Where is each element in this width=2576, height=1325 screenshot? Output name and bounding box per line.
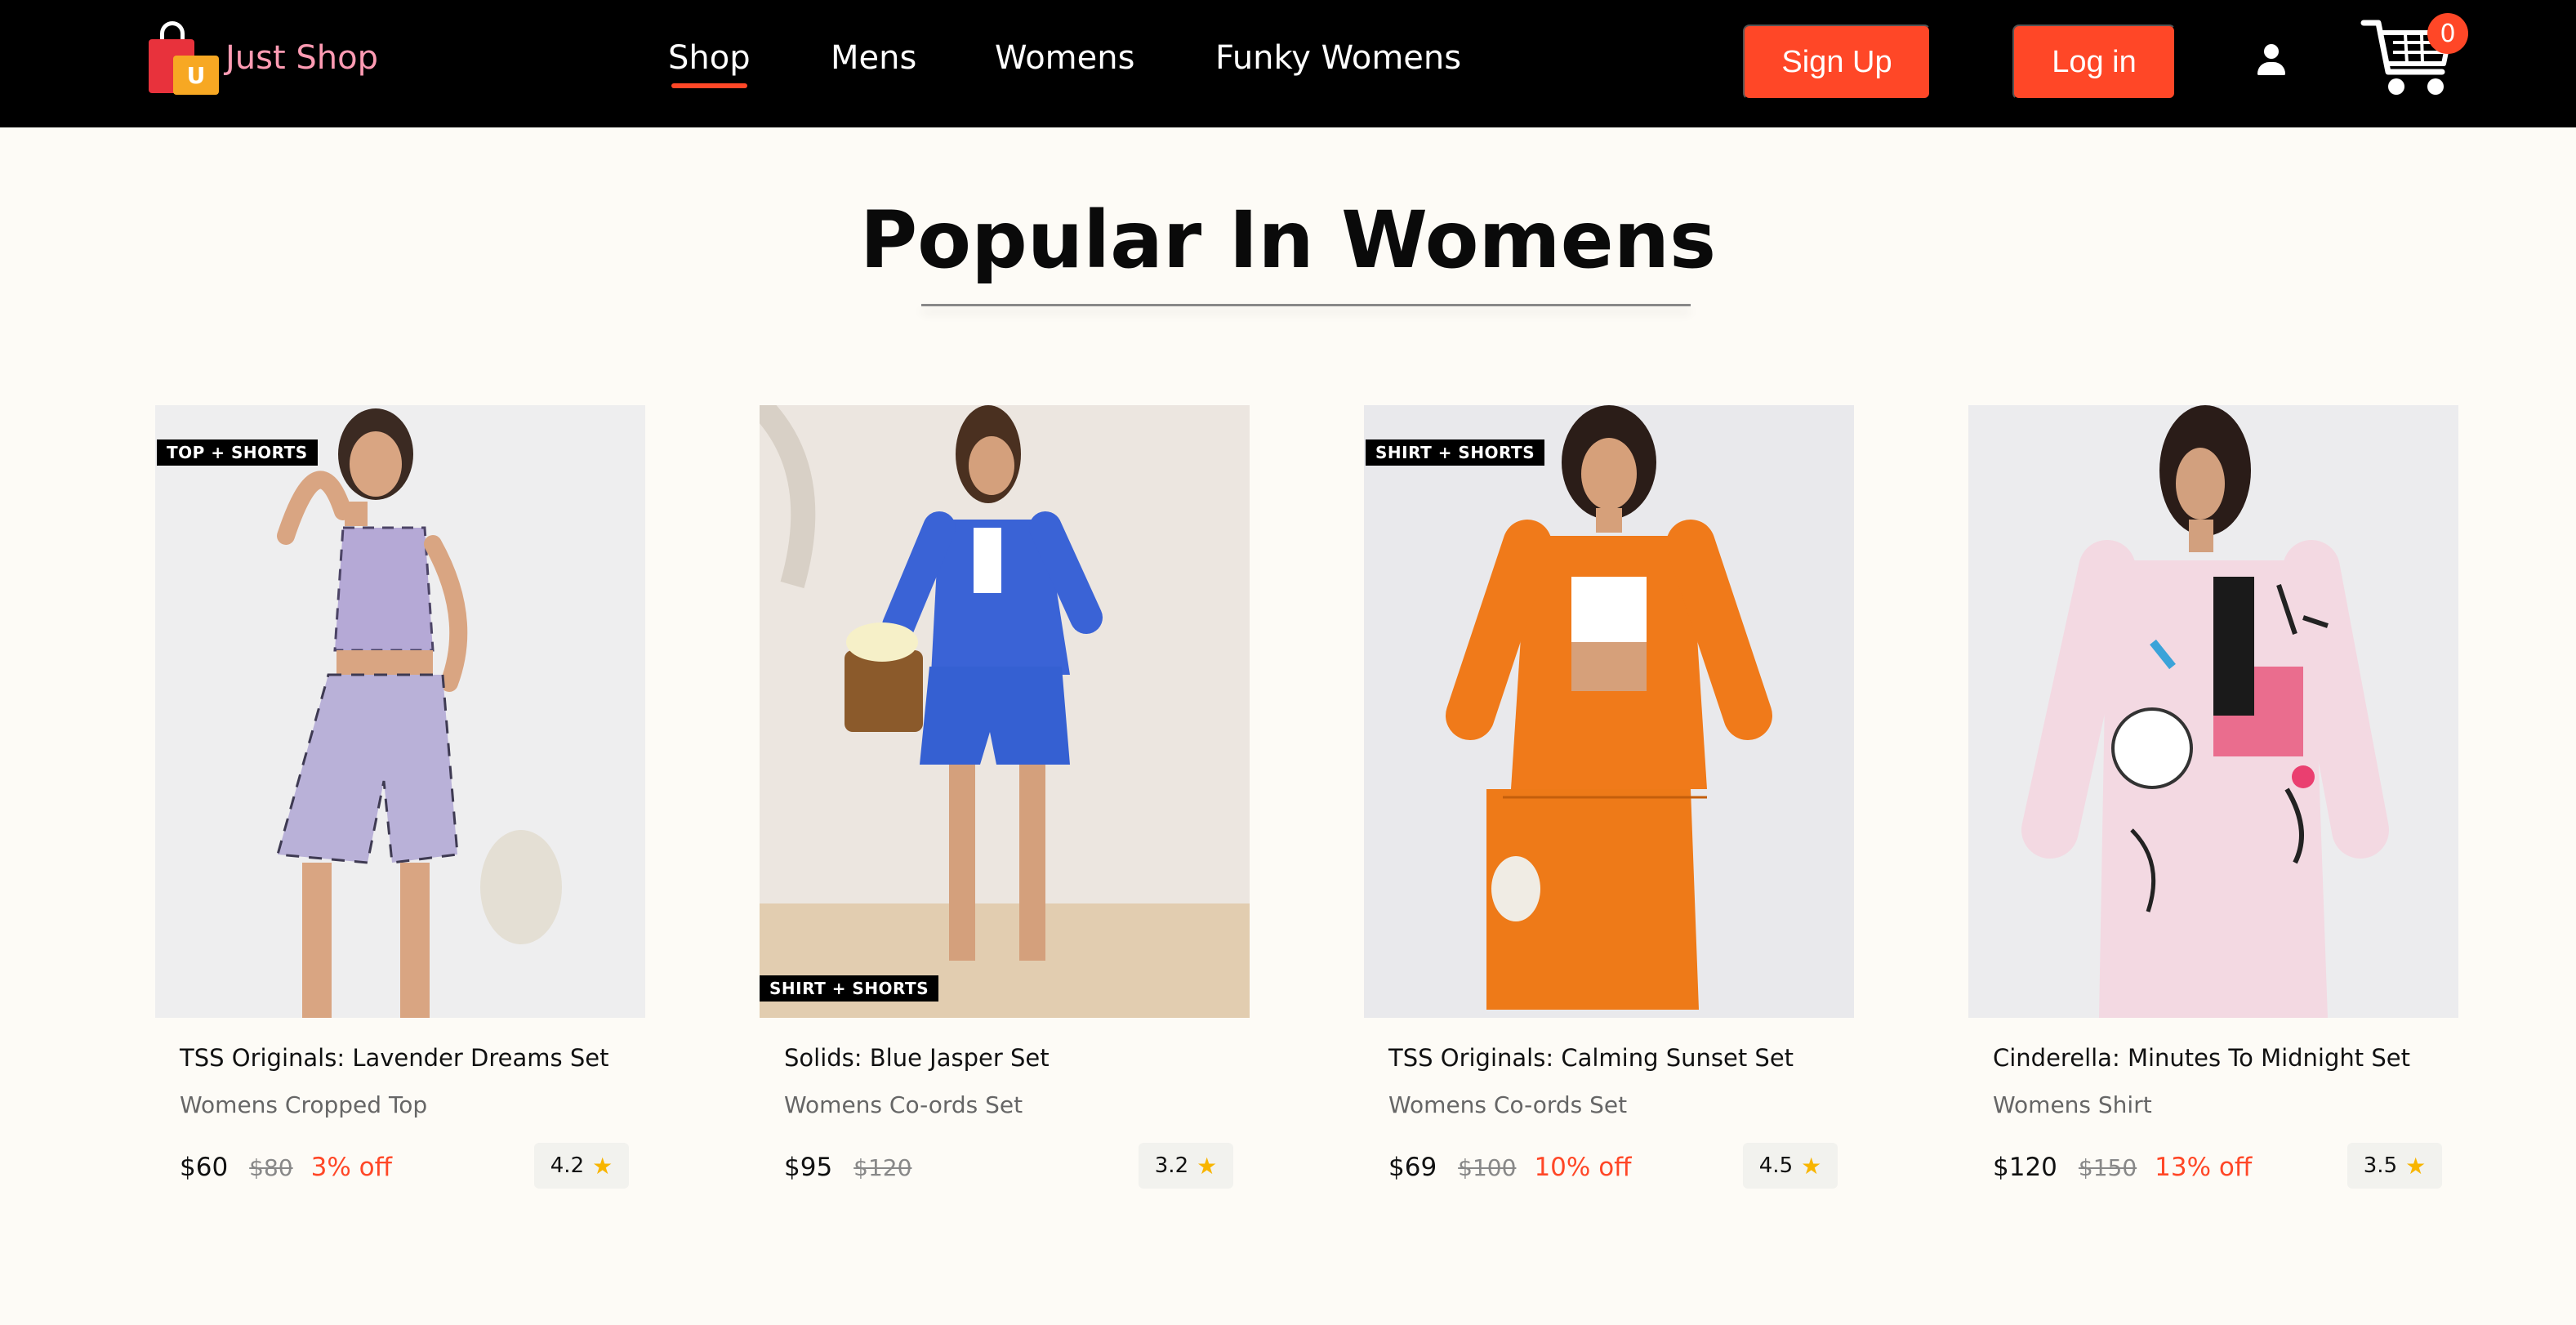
rating-badge: 3.5 ★ bbox=[2347, 1143, 2442, 1189]
price-row: $120 $150 13% off 3.5 ★ bbox=[1993, 1143, 2458, 1192]
star-icon: ★ bbox=[1197, 1152, 1218, 1180]
rating-value: 3.2 bbox=[1154, 1153, 1189, 1178]
nav-link-mens[interactable]: Mens bbox=[831, 39, 916, 77]
product-old-price: $100 bbox=[1458, 1153, 1517, 1181]
product-discount: 3% off bbox=[310, 1153, 392, 1182]
nav-link-funky-womens[interactable]: Funky Womens bbox=[1215, 39, 1461, 77]
product-name[interactable]: TSS Originals: Lavender Dreams Set bbox=[180, 1044, 645, 1072]
product-category: Womens Co-ords Set bbox=[1388, 1091, 1628, 1118]
product-old-price: $150 bbox=[2078, 1153, 2137, 1181]
nav-link-womens[interactable]: Womens bbox=[995, 39, 1134, 77]
product-tag: SHIRT + SHORTS bbox=[1366, 439, 1545, 466]
user-icon[interactable] bbox=[2254, 42, 2287, 78]
product-card[interactable]: SHIRT + SHORTS Solids: Blue Jasper Set W… bbox=[760, 405, 1250, 1192]
product-category: Womens Shirt bbox=[1993, 1091, 2152, 1118]
product-discount: 13% off bbox=[2155, 1153, 2253, 1182]
product-discount: 10% off bbox=[1534, 1153, 1632, 1182]
product-image[interactable] bbox=[1968, 405, 2458, 1018]
brand-logo[interactable]: U Just Shop bbox=[145, 21, 378, 95]
product-name[interactable]: TSS Originals: Calming Sunset Set bbox=[1388, 1044, 1854, 1072]
log-in-button[interactable]: Log in bbox=[2012, 25, 2176, 100]
rating-value: 3.5 bbox=[2363, 1153, 2398, 1178]
rating-value: 4.2 bbox=[550, 1153, 585, 1178]
price-row: $95 $120 3.2 ★ bbox=[784, 1143, 1250, 1192]
product-price: $69 bbox=[1388, 1153, 1437, 1182]
rating-badge: 4.2 ★ bbox=[534, 1143, 629, 1189]
top-navbar: U Just Shop Shop Mens Womens Funky Women… bbox=[0, 0, 2576, 127]
title-underline bbox=[921, 304, 1691, 306]
rating-value: 4.5 bbox=[1758, 1153, 1794, 1178]
product-card[interactable]: SHIRT + SHORTS TSS Originals: Calming Su… bbox=[1364, 405, 1854, 1192]
star-icon: ★ bbox=[1801, 1152, 1822, 1180]
product-price: $120 bbox=[1993, 1153, 2057, 1182]
price-row: $60 $80 3% off 4.2 ★ bbox=[180, 1143, 645, 1192]
product-category: Womens Cropped Top bbox=[180, 1091, 428, 1118]
active-nav-underline bbox=[671, 83, 747, 88]
product-tag: TOP + SHORTS bbox=[157, 439, 318, 466]
rating-badge: 3.2 ★ bbox=[1139, 1143, 1233, 1189]
product-name[interactable]: Solids: Blue Jasper Set bbox=[784, 1044, 1250, 1072]
product-image[interactable]: SHIRT + SHORTS bbox=[1364, 405, 1854, 1018]
product-price: $95 bbox=[784, 1153, 833, 1182]
nav-link-shop[interactable]: Shop bbox=[668, 39, 751, 88]
cart-count-badge: 0 bbox=[2427, 13, 2468, 54]
star-icon: ★ bbox=[2405, 1152, 2427, 1180]
sign-up-button[interactable]: Sign Up bbox=[1743, 25, 1931, 100]
product-old-price: $120 bbox=[853, 1153, 912, 1181]
product-price: $60 bbox=[180, 1153, 229, 1182]
product-name[interactable]: Cinderella: Minutes To Midnight Set bbox=[1993, 1044, 2458, 1072]
product-category: Womens Co-ords Set bbox=[784, 1091, 1023, 1118]
rating-badge: 4.5 ★ bbox=[1743, 1143, 1838, 1189]
product-image[interactable]: TOP + SHORTS bbox=[155, 405, 645, 1018]
product-card[interactable]: TOP + SHORTS TSS Originals: Lavender Dre… bbox=[155, 405, 645, 1192]
brand-name: Just Shop bbox=[225, 39, 378, 77]
shopping-bag-icon: U bbox=[145, 21, 222, 95]
star-icon: ★ bbox=[592, 1152, 613, 1180]
product-tag: SHIRT + SHORTS bbox=[760, 975, 939, 1002]
section-title: Popular In Womens bbox=[859, 194, 1717, 286]
product-image[interactable]: SHIRT + SHORTS bbox=[760, 405, 1250, 1018]
price-row: $69 $100 10% off 4.5 ★ bbox=[1388, 1143, 1854, 1192]
product-card[interactable]: Cinderella: Minutes To Midnight Set Wome… bbox=[1968, 405, 2458, 1192]
product-old-price: $80 bbox=[249, 1153, 293, 1181]
